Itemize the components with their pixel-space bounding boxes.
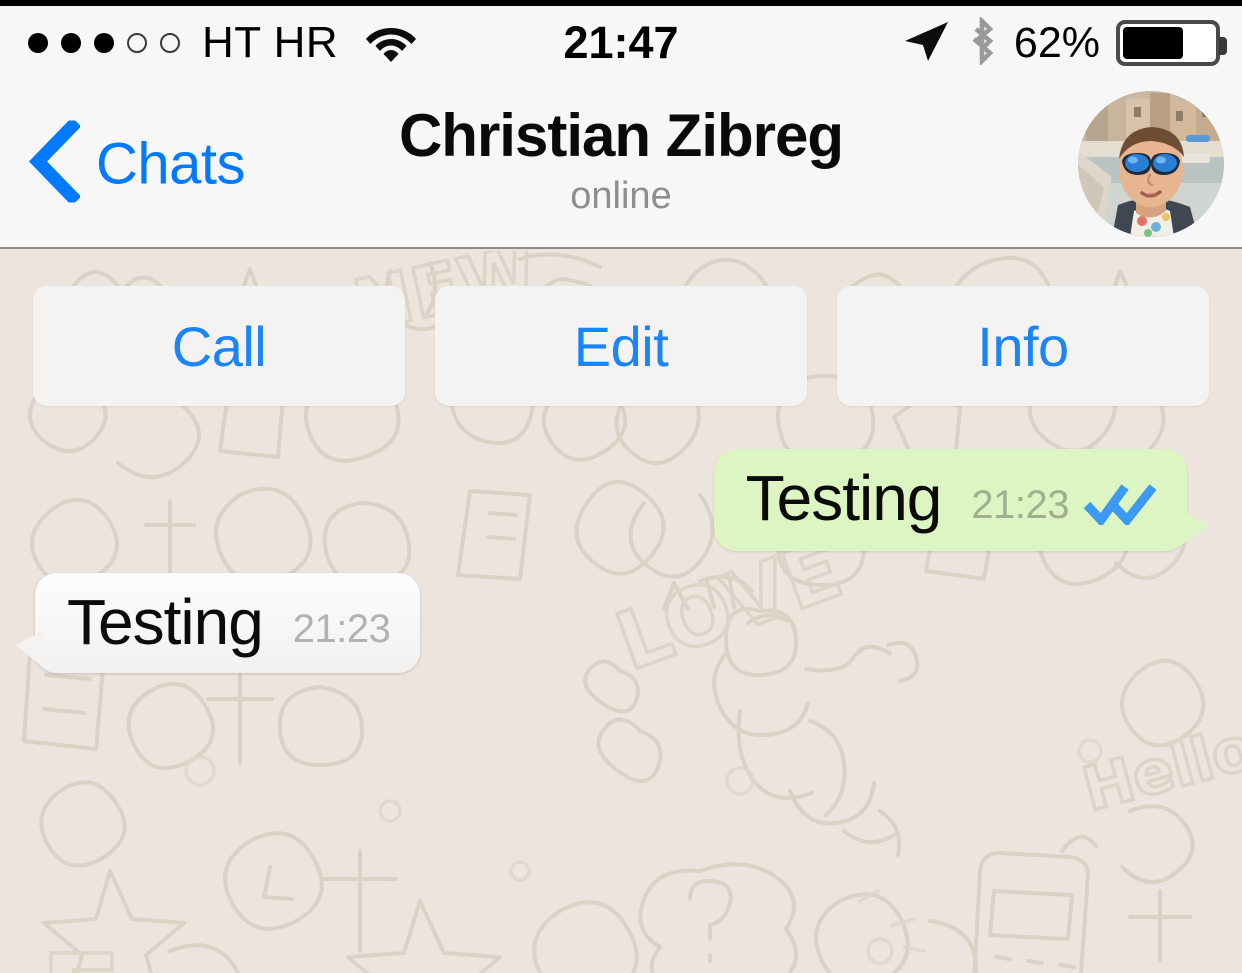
- back-to-chats-button[interactable]: Chats: [28, 116, 246, 207]
- edit-button-label: Edit: [573, 314, 669, 378]
- back-button-label: Chats: [96, 131, 246, 196]
- call-button[interactable]: Call: [33, 286, 405, 406]
- message-text: Testing: [67, 586, 264, 658]
- message-meta: 21:23: [971, 481, 1157, 530]
- message-meta: 21:23: [293, 607, 391, 652]
- message-timestamp: 21:23: [971, 483, 1069, 527]
- battery-percent-label: 62%: [1013, 18, 1100, 67]
- chevron-left-icon: [28, 116, 82, 207]
- message-row-outgoing: Testing 21:23: [0, 449, 1242, 551]
- battery-fill: [1123, 27, 1183, 59]
- battery-icon: [1116, 20, 1227, 66]
- message-bubble-incoming[interactable]: Testing 21:23: [15, 573, 421, 673]
- contact-presence-status: online: [570, 175, 672, 217]
- info-button[interactable]: Info: [837, 286, 1209, 406]
- contact-name: Christian Zibreg: [398, 102, 844, 169]
- location-arrow-icon: [902, 19, 950, 68]
- contact-title-block[interactable]: Christian Zibreg online: [271, 104, 971, 218]
- chat-message-area: F f B NEW LOVE Hello tokyo Call Edit Inf…: [0, 251, 1242, 973]
- status-bar: HT HR 21:47 62%: [0, 6, 1242, 80]
- call-button-label: Call: [171, 314, 267, 378]
- status-bar-right: 62%: [902, 15, 1227, 70]
- quick-action-row: Call Edit Info: [0, 286, 1242, 406]
- message-timestamp: 21:23: [292, 607, 391, 651]
- contact-avatar[interactable]: [1078, 90, 1224, 237]
- bubble-tail-right: [1179, 509, 1209, 547]
- bubble-tail-left: [15, 631, 43, 667]
- edit-button[interactable]: Edit: [435, 286, 807, 406]
- double-check-icon: [1083, 481, 1157, 530]
- battery-nub: [1219, 37, 1227, 55]
- message-bubble-outgoing[interactable]: Testing 21:23: [713, 449, 1209, 551]
- navigation-bar: Chats Christian Zibreg online: [0, 80, 1242, 249]
- message-text: Testing: [745, 462, 943, 534]
- whatsapp-chat-screen: HT HR 21:47 62% Chats Christian Zibreg o…: [0, 0, 1242, 973]
- svg-text:F: F: [40, 931, 122, 973]
- info-button-label: Info: [977, 314, 1069, 378]
- message-row-incoming: Testing 21:23: [0, 573, 1242, 673]
- bluetooth-icon: [966, 15, 998, 70]
